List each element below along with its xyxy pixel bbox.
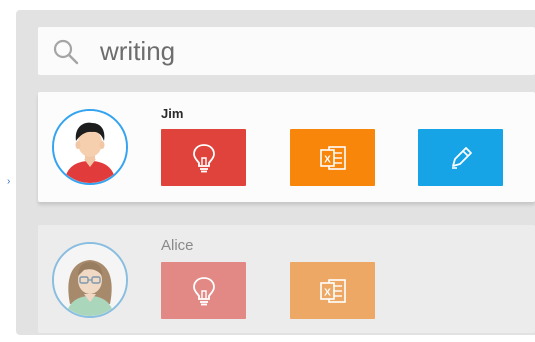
user-name: Jim <box>161 106 184 121</box>
lightbulb-icon <box>192 143 215 172</box>
excel-tile[interactable]: X <box>290 129 375 186</box>
svg-text:X: X <box>324 287 331 298</box>
user-card-alice[interactable]: Alice X <box>38 225 535 333</box>
svg-text:X: X <box>324 154 331 165</box>
user-name: Alice <box>161 237 194 254</box>
avatar[interactable] <box>52 109 128 185</box>
idea-tile[interactable] <box>161 262 246 319</box>
lightbulb-icon <box>192 276 215 305</box>
excel-tile[interactable]: X <box>290 262 375 319</box>
user-card-jim[interactable]: Jim X <box>38 92 535 202</box>
search-bar[interactable] <box>38 27 535 75</box>
side-marker: › <box>7 176 11 187</box>
write-tile[interactable] <box>418 129 503 186</box>
avatar-man-icon <box>54 111 126 183</box>
avatar[interactable] <box>52 242 128 318</box>
idea-tile[interactable] <box>161 129 246 186</box>
search-icon[interactable] <box>52 38 80 66</box>
avatar-woman-icon <box>54 244 126 316</box>
excel-icon: X <box>319 145 346 170</box>
search-input[interactable] <box>100 35 520 67</box>
excel-icon: X <box>319 278 346 303</box>
pen-icon <box>451 146 472 169</box>
